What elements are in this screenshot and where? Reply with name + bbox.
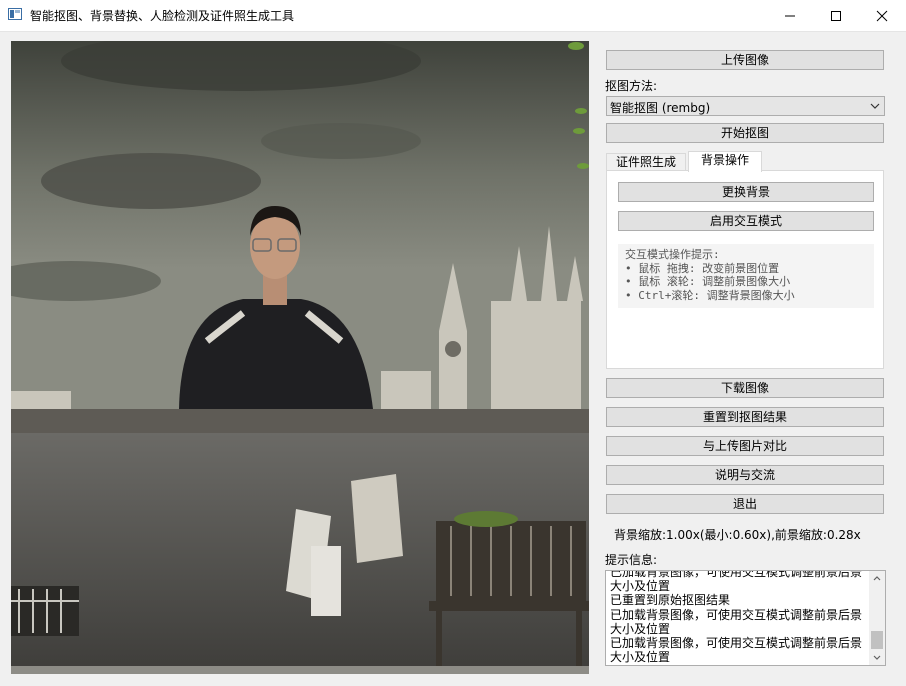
download-image-button[interactable]: 下载图像 bbox=[606, 378, 884, 398]
reset-matting-button[interactable]: 重置到抠图结果 bbox=[606, 407, 884, 427]
scroll-thumb[interactable] bbox=[871, 631, 883, 649]
scroll-up-icon[interactable] bbox=[873, 575, 881, 581]
tab-id-photo[interactable]: 证件照生成 bbox=[606, 153, 686, 171]
hint-line: • Ctrl+滚轮: 调整背景图像大小 bbox=[625, 288, 795, 302]
hint-title: 交互模式操作提示: bbox=[625, 248, 720, 261]
log-line: 已加载背景图像，可使用交互模式调整前景后景大小及位置 bbox=[610, 607, 863, 636]
help-button[interactable]: 说明与交流 bbox=[606, 465, 884, 485]
tab-background[interactable]: 背景操作 bbox=[688, 151, 762, 172]
background-tab-pane: 更换背景 启用交互模式 交互模式操作提示: • 鼠标 拖拽: 改变前景图位置 •… bbox=[606, 170, 884, 369]
start-matting-button[interactable]: 开始抠图 bbox=[606, 123, 884, 143]
interactive-mode-button[interactable]: 启用交互模式 bbox=[618, 211, 874, 231]
title-bar: 智能抠图、背景替换、人脸检测及证件照生成工具 bbox=[0, 0, 906, 32]
maximize-button[interactable] bbox=[813, 0, 859, 31]
compare-upload-button[interactable]: 与上传图片对比 bbox=[606, 436, 884, 456]
close-icon bbox=[876, 10, 888, 22]
replace-background-button[interactable]: 更换背景 bbox=[618, 182, 874, 202]
app-icon bbox=[8, 8, 22, 20]
interactive-hint-box: 交互模式操作提示: • 鼠标 拖拽: 改变前景图位置 • 鼠标 滚轮: 调整前景… bbox=[618, 244, 874, 308]
log-scrollbar[interactable] bbox=[869, 571, 885, 665]
scale-status: 背景缩放:1.00x(最小:0.60x),前景缩放:0.28x bbox=[614, 528, 861, 542]
info-log[interactable]: 已加载背景图像，可使用交互模式调整前景后景大小及位置 已重置到原始抠图结果 已加… bbox=[605, 570, 886, 666]
log-line: 已加载背景图像，可使用交互模式调整前景后景大小及位置 bbox=[610, 570, 863, 594]
hint-line: • 鼠标 拖拽: 改变前景图位置 bbox=[625, 261, 780, 275]
upload-image-button[interactable]: 上传图像 bbox=[606, 50, 884, 70]
image-preview[interactable] bbox=[11, 41, 589, 674]
method-select[interactable]: 智能抠图 (rembg) bbox=[606, 96, 885, 116]
minimize-icon bbox=[785, 15, 795, 17]
window-title: 智能抠图、背景替换、人脸检测及证件照生成工具 bbox=[30, 9, 295, 23]
exit-button[interactable]: 退出 bbox=[606, 494, 884, 514]
log-line: 已加载背景图像，可使用交互模式调整前景后景大小及位置 bbox=[610, 636, 863, 665]
composite-image bbox=[11, 41, 589, 674]
method-label: 抠图方法: bbox=[605, 79, 658, 93]
log-lines: 已加载背景图像，可使用交互模式调整前景后景大小及位置 已重置到原始抠图结果 已加… bbox=[610, 570, 868, 665]
method-selected-value: 智能抠图 (rembg) bbox=[610, 101, 711, 115]
minimize-button[interactable] bbox=[767, 0, 813, 31]
chevron-down-icon bbox=[870, 103, 880, 109]
maximize-icon bbox=[831, 11, 841, 21]
log-line: 已重置到原始抠图结果 bbox=[610, 593, 731, 608]
scroll-down-icon[interactable] bbox=[873, 655, 881, 661]
info-label: 提示信息: bbox=[605, 553, 658, 567]
close-button[interactable] bbox=[859, 0, 905, 31]
hint-line: • 鼠标 滚轮: 调整前景图像大小 bbox=[625, 275, 791, 288]
